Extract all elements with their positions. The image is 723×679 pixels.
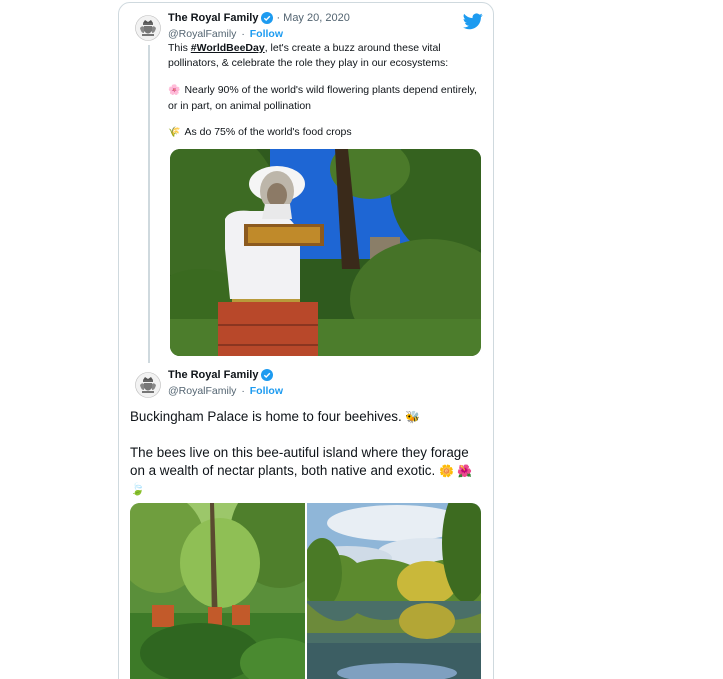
tweet2-handle-row: @RoyalFamily · Follow	[168, 385, 283, 397]
tweet1-text-prefix: This	[168, 42, 191, 54]
tweet1-header: The Royal Family · May 20, 2020	[168, 12, 350, 24]
tweet2-line-2-text: The bees live on this bee-autiful island…	[130, 445, 469, 478]
follow-button[interactable]: Follow	[250, 385, 283, 397]
bee-emoji: 🐝	[405, 410, 421, 424]
grain-emoji: 🌾	[168, 127, 181, 138]
verified-badge-icon	[261, 369, 274, 381]
blossom-emoji: 🌸	[168, 85, 181, 96]
separator-dot: ·	[276, 12, 281, 24]
thread-connector-line	[148, 45, 150, 363]
tweet2-line-1-text: Buckingham Palace is home to four beehiv…	[130, 409, 402, 424]
tweet-date[interactable]: May 20, 2020	[283, 12, 350, 24]
tweet2-header: The Royal Family	[168, 369, 274, 381]
royal-crest-icon[interactable]	[135, 15, 161, 41]
separator-dot: ·	[241, 385, 245, 397]
tweet1-bullet-2: 🌾 As do 75% of the world's food crops	[168, 125, 486, 141]
author-handle[interactable]: @RoyalFamily	[168, 28, 236, 40]
embedded-tweet-card: The Royal Family · May 20, 2020 @RoyalFa…	[118, 2, 494, 679]
tweet2-line-2: The bees live on this bee-autiful island…	[130, 444, 480, 498]
author-name[interactable]: The Royal Family	[168, 369, 258, 381]
hashtag-link[interactable]: #WorldBeeDay	[191, 42, 265, 54]
author-handle[interactable]: @RoyalFamily	[168, 385, 236, 397]
tweet1-bullet-1: 🌸 Nearly 90% of the world's wild flowerin…	[168, 83, 486, 113]
royal-crest-icon[interactable]	[135, 372, 161, 398]
twitter-bird-icon[interactable]	[463, 13, 483, 30]
verified-badge-icon	[261, 12, 274, 24]
tweet1-body: This #WorldBeeDay, let's create a buzz a…	[168, 41, 486, 70]
follow-button[interactable]: Follow	[250, 28, 283, 40]
tweet1-handle-row: @RoyalFamily · Follow	[168, 28, 283, 40]
tweet2-photo-grid	[130, 503, 481, 679]
author-name[interactable]: The Royal Family	[168, 12, 258, 24]
palace-lake-photo[interactable]	[307, 503, 481, 679]
bullet-2-text: As do 75% of the world's food crops	[184, 126, 352, 138]
bullet-1-text: Nearly 90% of the world's wild flowering…	[168, 84, 477, 112]
separator-dot: ·	[241, 28, 245, 40]
beehives-garden-photo[interactable]	[130, 503, 305, 679]
tweet2-line-1: Buckingham Palace is home to four beehiv…	[130, 408, 480, 426]
beekeeper-photo[interactable]	[170, 149, 481, 356]
